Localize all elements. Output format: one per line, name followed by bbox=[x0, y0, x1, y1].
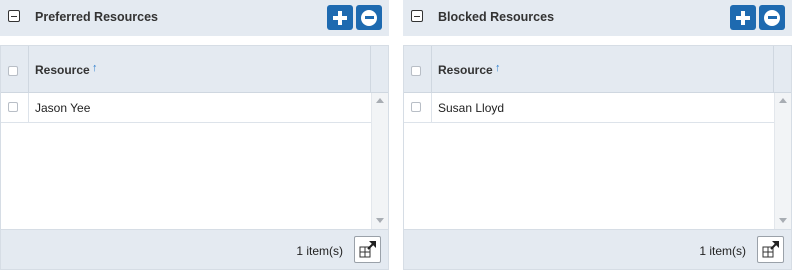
item-count: 1 item(s) bbox=[296, 244, 343, 258]
remove-resource-button[interactable] bbox=[356, 5, 382, 30]
sort-ascending-icon: ↑ bbox=[495, 62, 501, 74]
grid-footer: 1 item(s) bbox=[404, 229, 791, 269]
minus-circle-icon bbox=[764, 9, 780, 26]
column-header-resource[interactable]: Resource bbox=[35, 63, 90, 77]
panel-title: Blocked Resources bbox=[438, 10, 555, 24]
select-all-checkbox[interactable] bbox=[8, 66, 18, 76]
scroll-down-icon[interactable] bbox=[779, 218, 787, 223]
collapse-icon[interactable] bbox=[411, 10, 423, 22]
item-count: 1 item(s) bbox=[699, 244, 746, 258]
vertical-scrollbar[interactable] bbox=[774, 93, 791, 229]
vertical-scrollbar[interactable] bbox=[371, 93, 388, 229]
panel-title: Preferred Resources bbox=[35, 10, 158, 24]
panel-header: Blocked Resources bbox=[403, 0, 792, 36]
table-row[interactable]: Jason Yee bbox=[1, 93, 371, 123]
add-resource-button[interactable] bbox=[730, 5, 756, 30]
resource-grid: Resource ↑ Jason Yee 1 item(s) bbox=[0, 45, 389, 270]
sort-ascending-icon: ↑ bbox=[92, 62, 98, 74]
column-divider bbox=[773, 46, 774, 92]
row-resource-name: Susan Lloyd bbox=[438, 101, 505, 115]
grid-header: Resource ↑ bbox=[404, 46, 791, 93]
column-divider bbox=[431, 46, 432, 92]
scroll-up-icon[interactable] bbox=[376, 98, 384, 103]
column-divider bbox=[370, 46, 371, 92]
column-divider bbox=[28, 93, 29, 122]
minus-circle-icon bbox=[361, 9, 377, 26]
grid-footer: 1 item(s) bbox=[1, 229, 388, 269]
resource-grid: Resource ↑ Susan Lloyd 1 item(s) bbox=[403, 45, 792, 270]
select-all-checkbox[interactable] bbox=[411, 66, 421, 76]
popout-icon bbox=[762, 241, 779, 258]
row-checkbox[interactable] bbox=[411, 102, 421, 112]
row-resource-name: Jason Yee bbox=[35, 101, 91, 115]
popout-button[interactable] bbox=[354, 236, 381, 263]
popout-icon bbox=[359, 241, 376, 258]
scroll-down-icon[interactable] bbox=[376, 218, 384, 223]
add-resource-button[interactable] bbox=[327, 5, 353, 30]
popout-button[interactable] bbox=[757, 236, 784, 263]
plus-icon bbox=[730, 5, 756, 30]
scroll-up-icon[interactable] bbox=[779, 98, 787, 103]
row-checkbox[interactable] bbox=[8, 102, 18, 112]
table-row[interactable]: Susan Lloyd bbox=[404, 93, 774, 123]
plus-icon bbox=[327, 5, 353, 30]
collapse-icon[interactable] bbox=[8, 10, 20, 22]
blocked-resources-panel: Blocked Resources Resource ↑ Susan Lloyd… bbox=[403, 0, 792, 270]
column-header-resource[interactable]: Resource bbox=[438, 63, 493, 77]
panel-header: Preferred Resources bbox=[0, 0, 389, 36]
column-divider bbox=[28, 46, 29, 92]
column-divider bbox=[431, 93, 432, 122]
preferred-resources-panel: Preferred Resources Resource ↑ Jason Yee… bbox=[0, 0, 389, 270]
grid-header: Resource ↑ bbox=[1, 46, 388, 93]
remove-resource-button[interactable] bbox=[759, 5, 785, 30]
